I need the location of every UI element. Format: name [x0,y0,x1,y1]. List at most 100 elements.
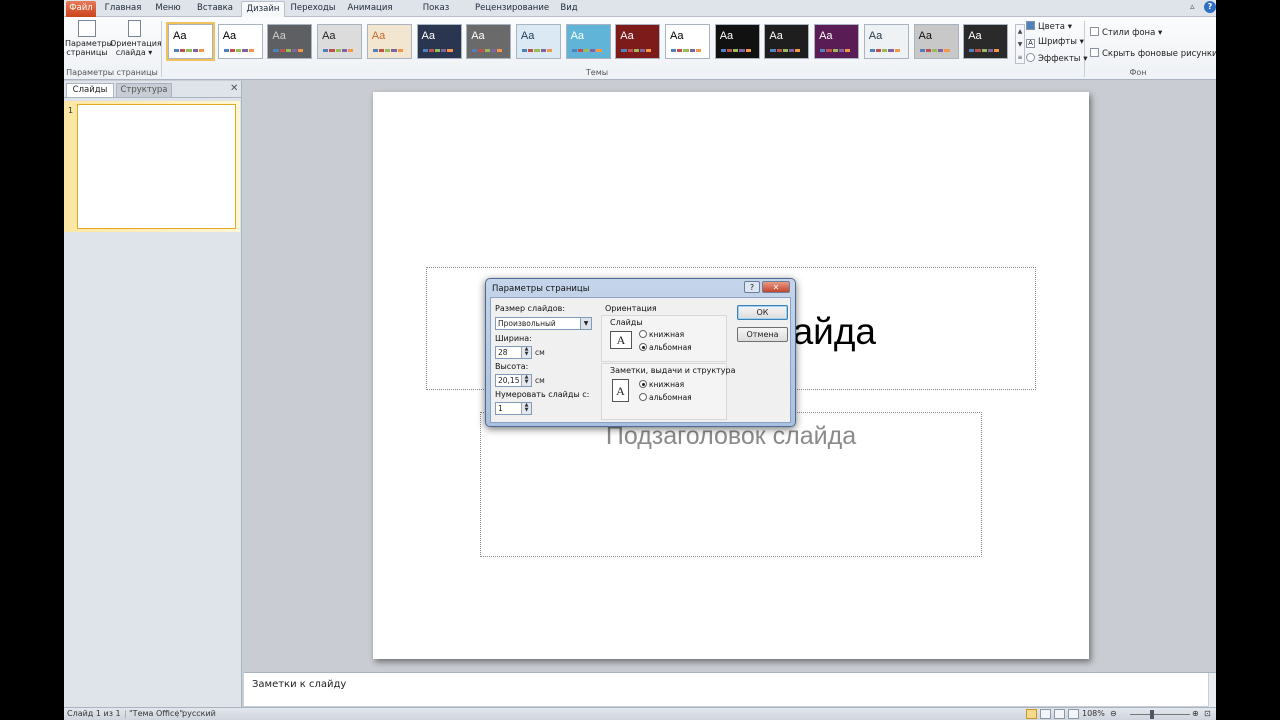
theme-thumbnail[interactable]: Aa [814,24,860,59]
help-icon[interactable]: ? [1204,1,1216,13]
numbering-spinner[interactable]: 1 ▲ ▼ [495,402,532,415]
theme-thumbnail[interactable]: Aa [565,24,611,59]
slide-sorter-icon[interactable] [1040,709,1051,719]
theme-thumbnail[interactable]: Aa [166,22,215,61]
zoom-slider-thumb[interactable] [1150,710,1154,719]
theme-color-bars [770,49,801,52]
subtitle-placeholder[interactable]: Подзаголовок слайда [480,412,982,557]
minimize-ribbon-icon[interactable]: ▵ [1190,2,1195,12]
dialog-body: Размер слайдов: Произвольный ▼ Ширина: 2… [490,297,791,423]
fit-slide-icon[interactable]: ⊡ [1204,709,1211,718]
tab-animation[interactable]: Анимация [343,1,397,17]
slide-size-select[interactable]: Произвольный ▼ [495,317,592,330]
theme-thumbnail[interactable]: Aa [764,24,810,59]
theme-thumbnail[interactable]: Aa [317,24,363,59]
slides-portrait-radio[interactable]: книжная [639,330,684,339]
close-icon[interactable]: ✕ [230,83,238,94]
notes-pane[interactable]: Заметки к слайду [244,672,1216,707]
slide-orientation-icon [127,20,141,37]
theme-thumbnail[interactable]: Aa [515,24,561,59]
height-label: Высота: [495,362,529,371]
width-spinner[interactable]: 28 ▲ ▼ [495,346,532,359]
chevron-down-icon[interactable]: ▼ [580,318,591,329]
theme-thumbnail[interactable]: Aa [714,24,760,59]
tab-home[interactable]: Главная [102,1,144,17]
theme-thumbnail[interactable]: Aa [416,24,462,59]
theme-thumbnail[interactable]: Aa [267,24,313,59]
orientation-label-2: слайда ▾ [115,48,153,57]
checkbox-icon [1090,48,1099,57]
theme-thumbnail[interactable]: Aa [913,24,959,59]
slide-size-value: Произвольный [498,319,556,328]
theme-color-bars [571,49,602,52]
tab-design[interactable]: Дизайн [241,1,285,17]
tab-view[interactable]: Вид [555,1,583,17]
radio-icon [639,330,647,338]
theme-fonts-button[interactable]: A Шрифты ▾ [1026,37,1084,48]
fonts-icon: A [1026,39,1035,48]
tab-outline[interactable]: Структура [116,83,172,97]
numbering-value: 1 [498,404,503,413]
tab-review[interactable]: Рецензирование [475,1,549,17]
normal-view-icon[interactable] [1026,709,1037,719]
tab-menu[interactable]: Меню [150,1,186,17]
height-unit: см [535,376,545,385]
page-setup-button[interactable]: Параметры страницы [65,20,113,57]
theme-glyph: Aa [968,30,982,42]
zoom-in-icon[interactable]: ⊕ [1192,709,1199,718]
tab-transitions[interactable]: Переходы [289,1,337,17]
theme-name[interactable]: "Тема Office" [129,709,183,718]
dialog-close-icon[interactable]: ✕ [762,281,790,293]
gallery-scroll-arrows[interactable]: ▲ ▼ ≡ [1015,24,1025,64]
spinner-arrows-icon[interactable]: ▲ ▼ [521,403,531,414]
notes-scrollbar[interactable] [1208,673,1216,707]
theme-thumbnail[interactable]: Aa [366,24,412,59]
slide-counter: Слайд 1 из 1 [67,709,121,718]
ribbon-tab-bar: Файл Главная Меню Вставка Дизайн Переход… [64,0,1216,28]
slides-landscape-radio[interactable]: альбомная [639,343,692,352]
notes-portrait-radio[interactable]: книжная [639,380,684,389]
language-indicator[interactable]: русский [182,709,216,718]
zoom-out-icon[interactable]: ⊖ [1110,709,1117,718]
ok-button[interactable]: ОК [737,305,788,320]
slide-thumbnail-item[interactable]: 1 [64,101,240,232]
theme-color-bars [521,49,552,52]
cancel-button[interactable]: Отмена [737,327,788,342]
dialog-help-icon[interactable]: ? [744,281,760,293]
slide-orientation-button[interactable]: Ориентация слайда ▾ [110,20,162,57]
radio-icon [639,343,647,351]
theme-color-bars [472,49,503,52]
theme-thumbnail[interactable]: Aa [665,24,710,59]
hide-background-checkbox[interactable]: Скрыть фоновые рисунки [1090,48,1216,59]
landscape-label: альбомная [649,393,692,402]
landscape-label: альбомная [649,343,692,352]
fonts-label: Шрифты ▾ [1038,37,1084,47]
theme-color-bars [869,49,900,52]
orientation-label-1: Ориентация [110,39,162,48]
theme-thumbnail[interactable]: Aa [963,24,1009,59]
spinner-arrows-icon[interactable]: ▲ ▼ [521,347,531,358]
tab-file[interactable]: Файл [66,1,96,17]
slide-size-label: Размер слайдов: [495,304,566,313]
theme-glyph: Aa [520,30,535,42]
height-spinner[interactable]: 20,15 ▲ ▼ [495,374,532,387]
theme-thumbnail[interactable]: Aa [466,24,512,59]
zoom-level[interactable]: 108% [1082,709,1105,718]
theme-thumbnail[interactable]: Aa [217,24,263,59]
theme-thumbnail[interactable]: Aa [615,24,661,59]
background-styles-button[interactable]: Стили фона ▾ [1090,27,1162,38]
theme-colors-button[interactable]: Цвета ▾ [1026,21,1072,32]
tab-insert[interactable]: Вставка [192,1,238,17]
zoom-slider-track[interactable] [1130,714,1190,715]
theme-color-bars [273,49,304,52]
slideshow-view-icon[interactable] [1068,709,1079,719]
effects-icon [1026,53,1035,62]
theme-effects-button[interactable]: Эффекты ▾ [1026,53,1087,64]
notes-landscape-radio[interactable]: альбомная [639,393,692,402]
tab-slideshow[interactable]: Показ слайдов [403,1,469,28]
theme-thumbnail[interactable]: Aa [863,24,909,59]
reading-view-icon[interactable] [1054,709,1065,719]
tab-slides[interactable]: Слайды [66,83,114,97]
spinner-arrows-icon[interactable]: ▲ ▼ [521,375,531,386]
slide-thumbnail[interactable] [77,104,236,229]
